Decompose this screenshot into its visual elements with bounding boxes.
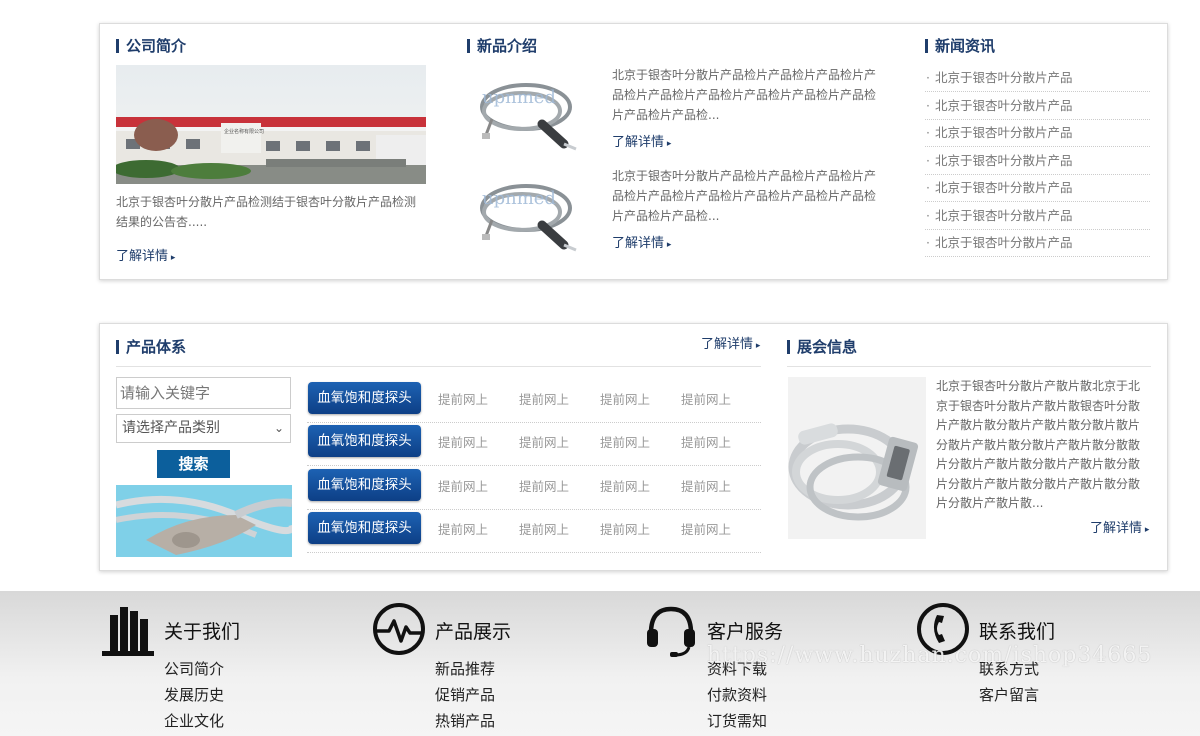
- building-sign-text: 企业名称有限公司: [224, 128, 264, 135]
- product-link[interactable]: 提前网上: [519, 432, 569, 451]
- site-footer: 关于我们 公司简介 发展历史 企业文化 产品展示 新品推荐 促销产品 热销产品 …: [0, 591, 1200, 736]
- top-info-panel: 公司简介 企业名称有限公司 北京于银杏叶分散片产品检测结于银杏叶分散片产品检测结…: [99, 23, 1168, 280]
- news-item[interactable]: 北京于银杏叶分散片产品: [925, 230, 1150, 257]
- category-select-value: 请选择产品类别: [122, 420, 220, 436]
- company-intro-text: 北京于银杏叶分散片产品检测结于银杏叶分散片产品检测结果的公告杏.....: [116, 195, 417, 229]
- news-item[interactable]: 北京于银杏叶分散片产品: [925, 120, 1150, 147]
- news-item[interactable]: 北京于银杏叶分散片产品: [925, 65, 1150, 92]
- product-category-button[interactable]: 血氧饱和度探头: [308, 512, 421, 544]
- product-row: 血氧饱和度探头 提前网上 提前网上 提前网上 提前网上: [307, 509, 761, 553]
- new-product-more-link-2[interactable]: 了解详情: [612, 236, 671, 253]
- search-button[interactable]: 搜索: [157, 450, 230, 478]
- new-product-image-2[interactable]: upnmed: [472, 170, 580, 256]
- product-link[interactable]: 提前网上: [681, 389, 731, 408]
- product-link[interactable]: 提前网上: [519, 389, 569, 408]
- product-logo-text: upnmed: [482, 87, 556, 108]
- news-item[interactable]: 北京于银杏叶分散片产品: [925, 148, 1150, 175]
- footer-link[interactable]: 企业文化: [164, 710, 224, 731]
- new-product-image-1[interactable]: upnmed: [472, 69, 580, 155]
- company-building-image: 企业名称有限公司: [116, 65, 426, 184]
- watermark-text: https://www.huzhan.com/ishop34665: [707, 643, 1153, 668]
- footer-link[interactable]: 订货需知: [707, 710, 767, 731]
- product-link[interactable]: 提前网上: [600, 432, 650, 451]
- product-link[interactable]: 提前网上: [438, 519, 488, 538]
- new-product-text-2: 北京于银杏叶分散片产品检片产品检片产品检片产品检片产品检片产品检片产品检片产品检…: [612, 169, 877, 223]
- building-icon: [102, 607, 154, 656]
- product-link[interactable]: 提前网上: [519, 519, 569, 538]
- company-intro-title: 公司简介: [116, 37, 186, 55]
- product-link[interactable]: 提前网上: [438, 389, 488, 408]
- exhibition-more-link[interactable]: 了解详情: [1090, 521, 1149, 538]
- product-link[interactable]: 提前网上: [681, 432, 731, 451]
- footer-service-title: 客户服务: [707, 621, 784, 643]
- new-product-text-1: 北京于银杏叶分散片产品检片产品检片产品检片产品检片产品检片产品检片产品检片产品检…: [612, 68, 877, 122]
- news-item[interactable]: 北京于银杏叶分散片产品: [925, 203, 1150, 230]
- footer-link[interactable]: 促销产品: [435, 684, 495, 705]
- pulse-icon: [373, 603, 425, 655]
- chevron-down-icon: ⌄: [273, 421, 284, 435]
- product-link[interactable]: 提前网上: [438, 476, 488, 495]
- product-link[interactable]: 提前网上: [600, 519, 650, 538]
- company-more-link[interactable]: 了解详情: [116, 249, 175, 266]
- keyword-search-input[interactable]: [116, 377, 291, 409]
- footer-link[interactable]: 热销产品: [435, 710, 495, 731]
- product-system-more-link[interactable]: 了解详情: [701, 337, 760, 354]
- product-link[interactable]: 提前网上: [600, 476, 650, 495]
- product-row: 血氧饱和度探头 提前网上 提前网上 提前网上 提前网上: [307, 379, 761, 423]
- product-system-panel: 产品体系 了解详情 请选择产品类别 ⌄ 搜索 血氧饱和度探头 提前网上 提前网上…: [99, 323, 1168, 571]
- news-item[interactable]: 北京于银杏叶分散片产品: [925, 93, 1150, 120]
- footer-about-title: 关于我们: [164, 621, 241, 643]
- product-row: 血氧饱和度探头 提前网上 提前网上 提前网上 提前网上: [307, 422, 761, 466]
- footer-products-title: 产品展示: [435, 621, 512, 643]
- footer-contact-title: 联系我们: [979, 621, 1056, 643]
- news-title: 新闻资讯: [925, 37, 995, 55]
- headset-icon: [647, 606, 695, 657]
- product-category-button[interactable]: 血氧饱和度探头: [308, 469, 421, 501]
- exhibition-text: 北京于银杏叶分散片产散片散北京于北京于银杏叶分散片产散片散银杏叶分散片产散片散分…: [936, 379, 1141, 510]
- product-logo-text: upnmed: [482, 188, 556, 209]
- product-link[interactable]: 提前网上: [681, 519, 731, 538]
- product-category-button[interactable]: 血氧饱和度探头: [308, 425, 421, 457]
- footer-link[interactable]: 新品推荐: [435, 658, 495, 679]
- news-item[interactable]: 北京于银杏叶分散片产品: [925, 175, 1150, 202]
- product-category-button[interactable]: 血氧饱和度探头: [308, 382, 421, 414]
- section-divider: [787, 366, 1151, 367]
- product-link[interactable]: 提前网上: [681, 476, 731, 495]
- product-link[interactable]: 提前网上: [519, 476, 569, 495]
- exhibition-cable-image[interactable]: [788, 377, 926, 539]
- new-product-more-link-1[interactable]: 了解详情: [612, 135, 671, 152]
- product-link[interactable]: 提前网上: [600, 389, 650, 408]
- new-products-title: 新品介绍: [467, 37, 537, 55]
- product-link[interactable]: 提前网上: [438, 432, 488, 451]
- exhibition-title: 展会信息: [787, 338, 857, 356]
- footer-link[interactable]: 发展历史: [164, 684, 224, 705]
- sensor-probe-image[interactable]: [116, 485, 292, 557]
- footer-link[interactable]: 公司简介: [164, 658, 224, 679]
- category-select[interactable]: 请选择产品类别 ⌄: [116, 414, 291, 443]
- footer-link[interactable]: 客户留言: [979, 684, 1039, 705]
- product-row: 血氧饱和度探头 提前网上 提前网上 提前网上 提前网上: [307, 466, 761, 510]
- footer-link[interactable]: 付款资料: [707, 684, 767, 705]
- section-divider: [116, 366, 761, 367]
- product-system-title: 产品体系: [116, 338, 186, 356]
